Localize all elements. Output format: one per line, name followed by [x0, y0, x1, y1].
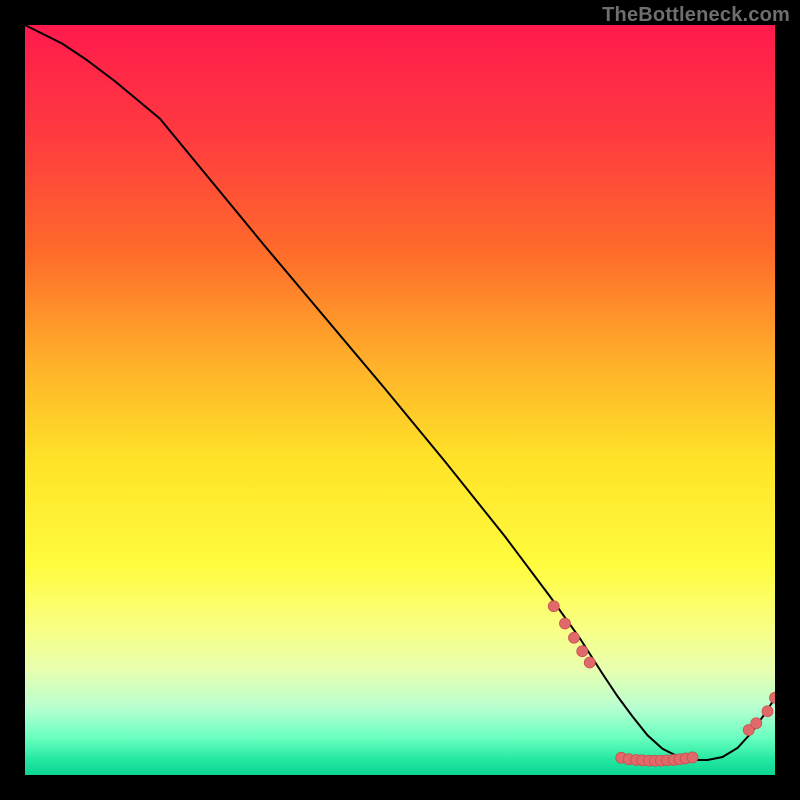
chart-svg — [25, 25, 775, 775]
data-marker — [762, 706, 773, 717]
chart-stage: TheBottleneck.com — [0, 0, 800, 800]
data-marker — [577, 646, 588, 657]
data-marker — [584, 657, 595, 668]
data-marker — [569, 632, 580, 643]
gradient-background — [25, 25, 775, 775]
data-marker — [751, 718, 762, 729]
data-marker — [560, 618, 571, 629]
data-marker — [687, 752, 698, 763]
data-marker — [548, 601, 559, 612]
plot-area — [25, 25, 775, 775]
watermark-text: TheBottleneck.com — [602, 4, 790, 27]
